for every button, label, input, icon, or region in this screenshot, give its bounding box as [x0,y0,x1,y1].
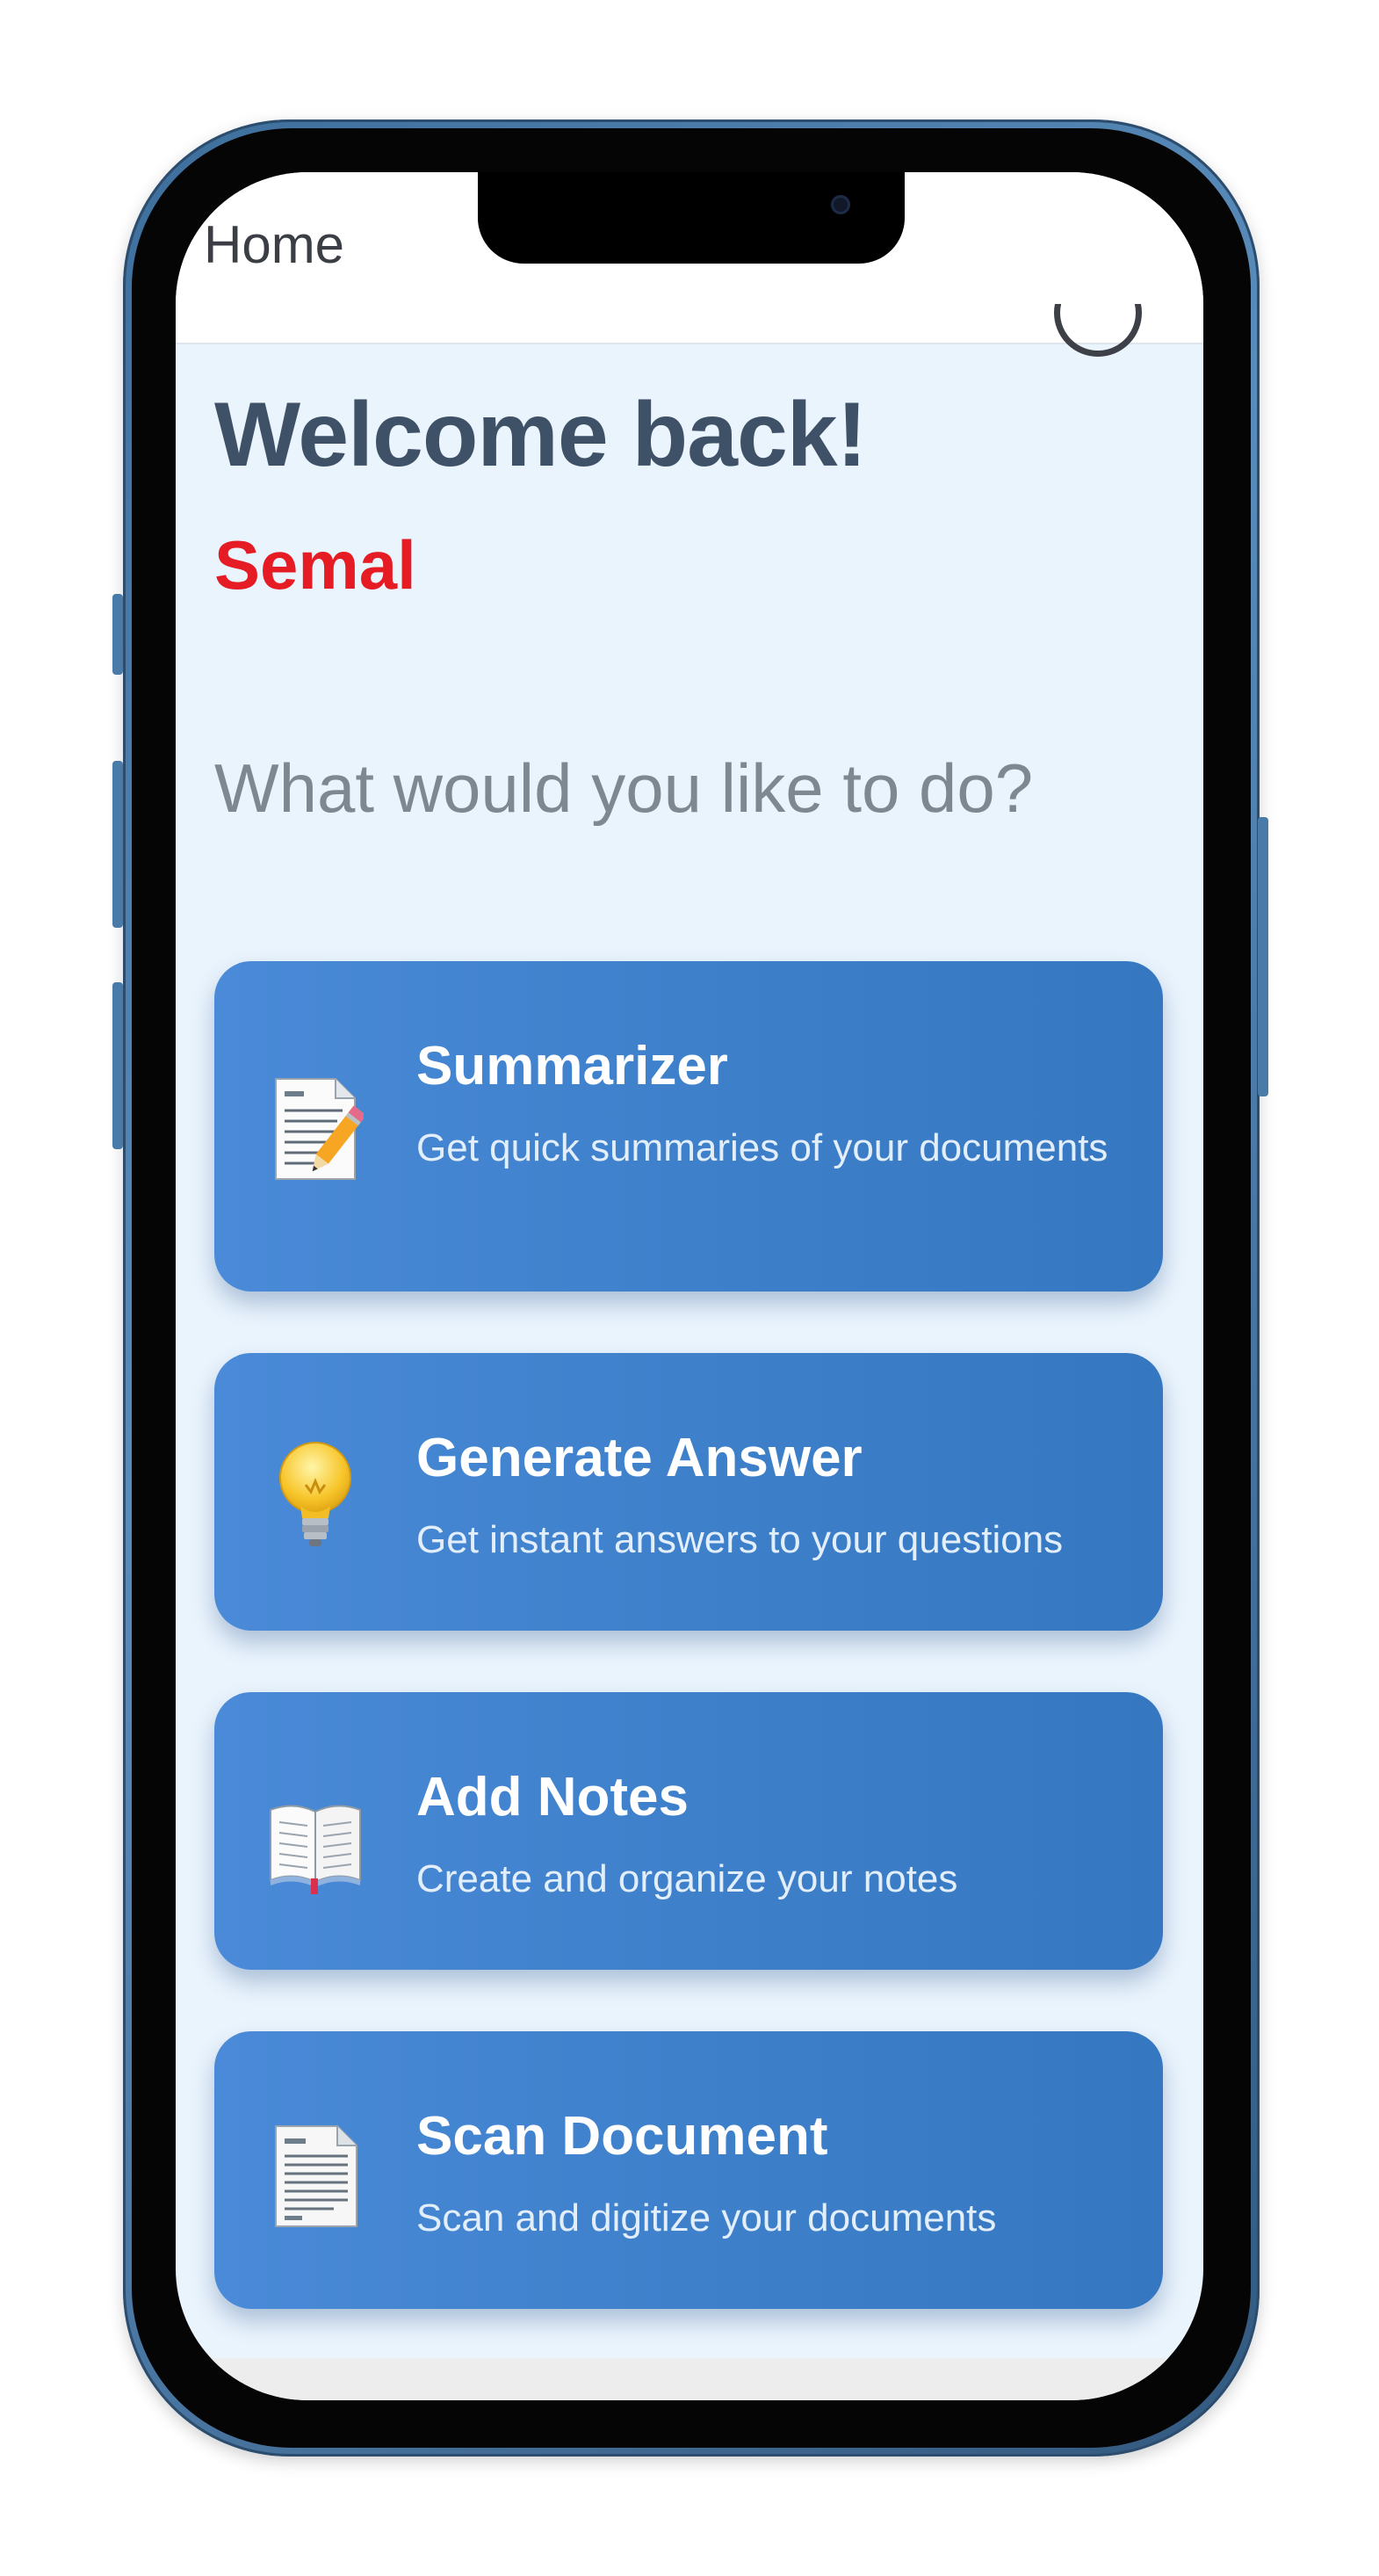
scan-document-card[interactable]: Scan Document Scan and digitize your doc… [214,2031,1163,2309]
front-camera [831,195,850,214]
power-button [1258,817,1268,1096]
document-icon [275,2125,357,2227]
welcome-heading: Welcome back! [214,384,867,486]
memo-pencil-icon [275,1078,364,1180]
generate-answer-description: Get instant answers to your questions [416,1518,1064,1561]
generate-answer-card[interactable]: Generate Answer Get instant answers to y… [214,1353,1163,1631]
summarizer-description: Get quick summaries of your documents [416,1126,1108,1169]
summarizer-title: Summarizer [416,1036,728,1096]
action-prompt: What would you like to do? [214,749,1034,827]
lightbulb-icon [279,1442,351,1546]
bottom-bar [176,2358,1203,2400]
volume-up-button [112,761,123,928]
stage: Home Welcome back! Semal What would you … [0,0,1379,2576]
generate-answer-title: Generate Answer [416,1428,863,1488]
profile-ring [1054,304,1142,357]
scan-document-description: Scan and digitize your documents [416,2196,997,2240]
add-notes-card[interactable]: Add Notes Create and organize your notes [214,1692,1163,1970]
notch [478,172,905,264]
profile-icon[interactable] [1054,304,1142,362]
add-notes-description: Create and organize your notes [416,1857,958,1900]
username: Semal [214,526,416,604]
app-bar: Home [176,172,1203,344]
phone-screen: Home Welcome back! Semal What would you … [176,172,1203,2400]
scan-document-title: Scan Document [416,2106,828,2167]
mute-switch [112,594,123,675]
summarizer-card[interactable]: Summarizer Get quick summaries of your d… [214,961,1163,1292]
add-notes-title: Add Notes [416,1767,689,1827]
page-title: Home [204,215,345,274]
open-book-icon [270,1805,361,1894]
volume-down-button [112,982,123,1149]
